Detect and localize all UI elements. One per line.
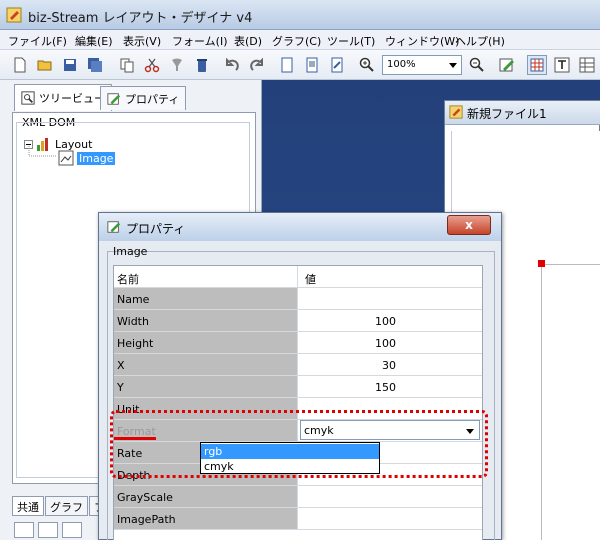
redo-icon[interactable] [247, 55, 267, 75]
save-all-icon[interactable] [85, 55, 105, 75]
document-titlebar: 新規ファイル1 [445, 101, 600, 125]
menu-graph[interactable]: グラフ(C) [272, 33, 321, 49]
open-folder-icon[interactable] [35, 55, 55, 75]
dialog-title: プロパティ [126, 222, 186, 236]
window-title: biz-Stream レイアウト・デザイナ v4 [28, 11, 253, 26]
property-name: Y [114, 376, 298, 397]
properties-icon [107, 221, 121, 233]
property-row[interactable]: Width 100 [114, 310, 482, 332]
copy-icon[interactable] [117, 55, 137, 75]
menu-form[interactable]: フォーム(I) [172, 33, 228, 49]
menu-edit[interactable]: 編集(E) [75, 33, 113, 49]
page-layout-icon[interactable] [302, 55, 322, 75]
property-name: Name [114, 288, 298, 309]
property-row[interactable]: Y 150 [114, 376, 482, 398]
new-file-icon[interactable] [10, 55, 30, 75]
edit-pen-icon[interactable] [497, 55, 517, 75]
cut-icon[interactable] [142, 55, 162, 75]
page-edit-icon[interactable] [327, 55, 347, 75]
tab-tree-view[interactable]: ツリービュー [14, 84, 112, 111]
tab-properties-label: プロパティ [125, 92, 180, 106]
layout-guide-h [541, 264, 600, 265]
property-value[interactable]: 100 [299, 310, 482, 331]
menubar: ファイル(F) 編集(E) 表示(V) フォーム(I) 表(D) グラフ(C) … [0, 30, 600, 50]
menu-tools[interactable]: ツール(T) [327, 33, 375, 49]
menu-window[interactable]: ウィンドウ(W) [385, 33, 459, 49]
table-icon[interactable] [577, 55, 597, 75]
save-icon[interactable] [60, 55, 80, 75]
text-box-2-icon[interactable] [38, 522, 58, 538]
property-value[interactable]: 150 [299, 376, 482, 397]
property-name: Width [114, 310, 298, 331]
document-icon [449, 105, 463, 119]
tab-graph[interactable]: グラフ [45, 496, 88, 516]
property-value[interactable]: 100 [299, 332, 482, 353]
palette-icons [14, 522, 82, 538]
header-value: 値 [299, 266, 482, 287]
zoom-out-icon[interactable] [467, 55, 487, 75]
undo-icon[interactable] [222, 55, 242, 75]
tool-icon[interactable] [62, 522, 82, 538]
property-grid: 名前 値 Name Width 100 Height 100 X 30 Y 150 Un… [113, 265, 483, 540]
property-name: GrayScale [114, 486, 298, 507]
tab-common[interactable]: 共通 [12, 496, 44, 516]
text-icon[interactable] [552, 55, 572, 75]
close-icon: x [465, 218, 473, 232]
property-row[interactable]: Height 100 [114, 332, 482, 354]
property-row[interactable]: Name [114, 288, 482, 310]
zoom-select[interactable]: 100% [382, 55, 462, 75]
app-icon [6, 7, 22, 23]
property-row[interactable]: X 30 [114, 354, 482, 376]
tab-tree-view-label: ツリービュー [39, 92, 105, 105]
property-row[interactable]: ImagePath [114, 508, 482, 530]
property-value[interactable]: 30 [299, 354, 482, 375]
document-title: 新規ファイル1 [467, 107, 547, 121]
delete-icon[interactable] [192, 55, 212, 75]
property-name: ImagePath [114, 508, 298, 529]
tree-connector [28, 146, 57, 157]
page-icon[interactable] [277, 55, 297, 75]
selection-handle[interactable] [538, 260, 545, 267]
properties-dialog: プロパティ x Image 名前 値 Name Width 100 Height 1… [98, 212, 502, 540]
annotation-highlight-box [110, 410, 488, 478]
tree-node-layout-label: Layout [55, 137, 93, 151]
layout-guide-v [541, 264, 542, 540]
header-name: 名前 [114, 266, 298, 287]
zoom-value: 100% [387, 59, 416, 70]
image-icon [58, 150, 74, 166]
property-grid-header: 名前 値 [114, 266, 482, 288]
property-value[interactable] [299, 288, 482, 309]
properties-icon [107, 92, 121, 105]
toolbar: 100% [0, 50, 600, 80]
chevron-down-icon [449, 63, 457, 68]
bottom-tabs: 共通 グラフ フ [12, 496, 111, 518]
property-name: Height [114, 332, 298, 353]
grid-view-icon[interactable] [527, 55, 547, 75]
tree-node-image[interactable]: Image [58, 150, 116, 166]
property-value[interactable] [299, 486, 482, 507]
text-box-icon[interactable] [14, 522, 34, 538]
tree-node-image-label: Image [77, 151, 116, 165]
window-titlebar: biz-Stream レイアウト・デザイナ v4 [0, 0, 600, 30]
dialog-titlebar[interactable]: プロパティ x [99, 213, 501, 241]
tree-view-icon [21, 91, 35, 105]
zoom-in-icon[interactable] [357, 55, 377, 75]
dialog-group-label: Image [113, 245, 148, 258]
menu-file[interactable]: ファイル(F) [8, 33, 67, 49]
close-button[interactable]: x [447, 215, 491, 235]
menu-table[interactable]: 表(D) [234, 33, 262, 49]
tab-properties[interactable]: プロパティ [100, 86, 187, 110]
property-name: X [114, 354, 298, 375]
menu-help[interactable]: ヘルプ(H) [455, 33, 505, 49]
property-row[interactable]: GrayScale [114, 486, 482, 508]
menu-view[interactable]: 表示(V) [123, 33, 161, 49]
paste-icon[interactable] [167, 55, 187, 75]
property-value[interactable] [299, 508, 482, 529]
